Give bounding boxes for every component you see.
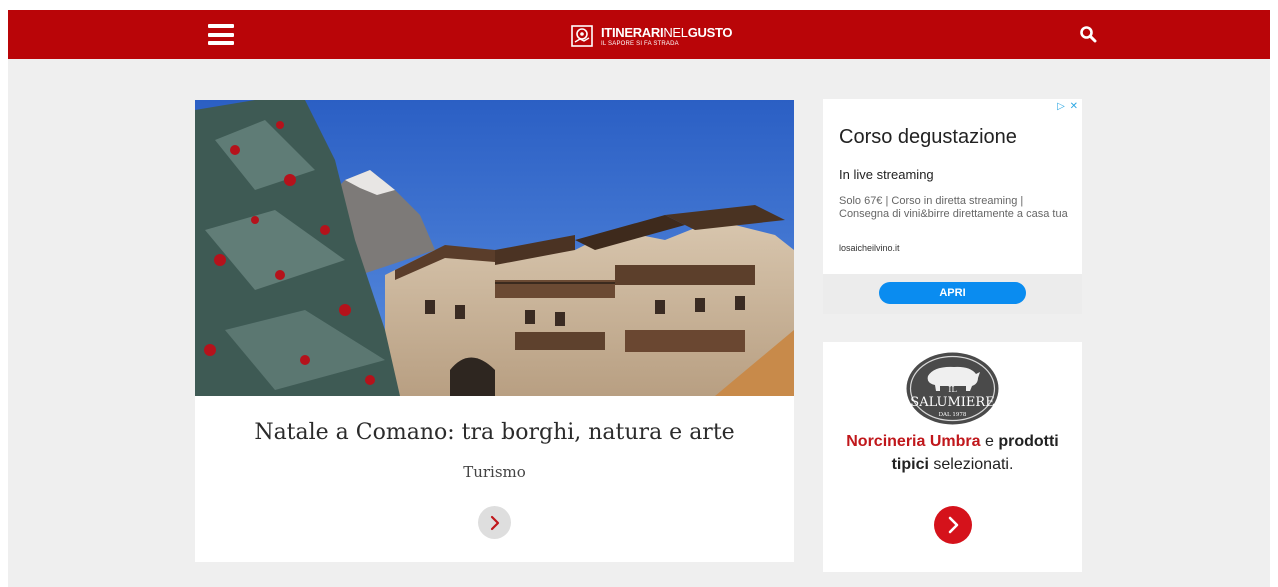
ad-subheadline[interactable]: In live streaming <box>839 167 934 182</box>
chevron-right-icon <box>490 515 499 530</box>
ad-domain[interactable]: losaicheilvino.it <box>839 243 900 253</box>
promo-go-button[interactable] <box>934 506 972 544</box>
chevron-right-icon <box>948 516 959 534</box>
site-logo[interactable]: ITINERARINELGUSTO IL SAPORE SI FA STRADA <box>571 25 732 47</box>
article-title[interactable]: Natale a Comano: tra borghi, natura e ar… <box>195 420 794 445</box>
article-photo[interactable] <box>195 100 794 396</box>
salumiere-promo[interactable]: IL SALUMIERE DAL 1978 Norcineria Umbra e… <box>823 342 1082 572</box>
article-category[interactable]: Turismo <box>195 463 794 481</box>
il-salumiere-logo[interactable]: IL SALUMIERE DAL 1978 <box>904 350 1001 427</box>
ad-open-button[interactable]: APRI <box>879 282 1026 304</box>
featured-article-card[interactable]: Natale a Comano: tra borghi, natura e ar… <box>195 100 794 562</box>
ad-choices-icon[interactable]: ▷ ✕ <box>1057 101 1079 112</box>
map-pin-logo-icon <box>571 25 593 47</box>
search-icon[interactable] <box>1079 25 1097 43</box>
top-navigation-bar: ITINERARINELGUSTO IL SAPORE SI FA STRADA <box>8 10 1270 59</box>
svg-text:IL: IL <box>948 385 957 394</box>
logo-wordmark: ITINERARINELGUSTO IL SAPORE SI FA STRADA <box>601 26 732 47</box>
sponsored-ad[interactable]: ▷ ✕ Corso degustazione In live streaming… <box>823 99 1082 314</box>
svg-text:SALUMIERE: SALUMIERE <box>910 395 994 410</box>
promo-text[interactable]: Norcineria Umbra e prodotti tipici selez… <box>833 430 1072 476</box>
read-more-button[interactable] <box>478 506 511 539</box>
ad-headline[interactable]: Corso degustazione <box>839 126 1017 149</box>
hamburger-icon[interactable] <box>208 24 234 45</box>
logo-title: ITINERARINELGUSTO <box>601 24 733 40</box>
ad-description[interactable]: Solo 67€ | Corso in diretta streaming | … <box>839 195 1074 221</box>
ad-footer: APRI <box>823 274 1082 314</box>
village-christmas-photo <box>195 100 794 396</box>
logo-tagline: IL SAPORE SI FA STRADA <box>601 40 679 47</box>
svg-text:DAL 1978: DAL 1978 <box>939 412 967 418</box>
